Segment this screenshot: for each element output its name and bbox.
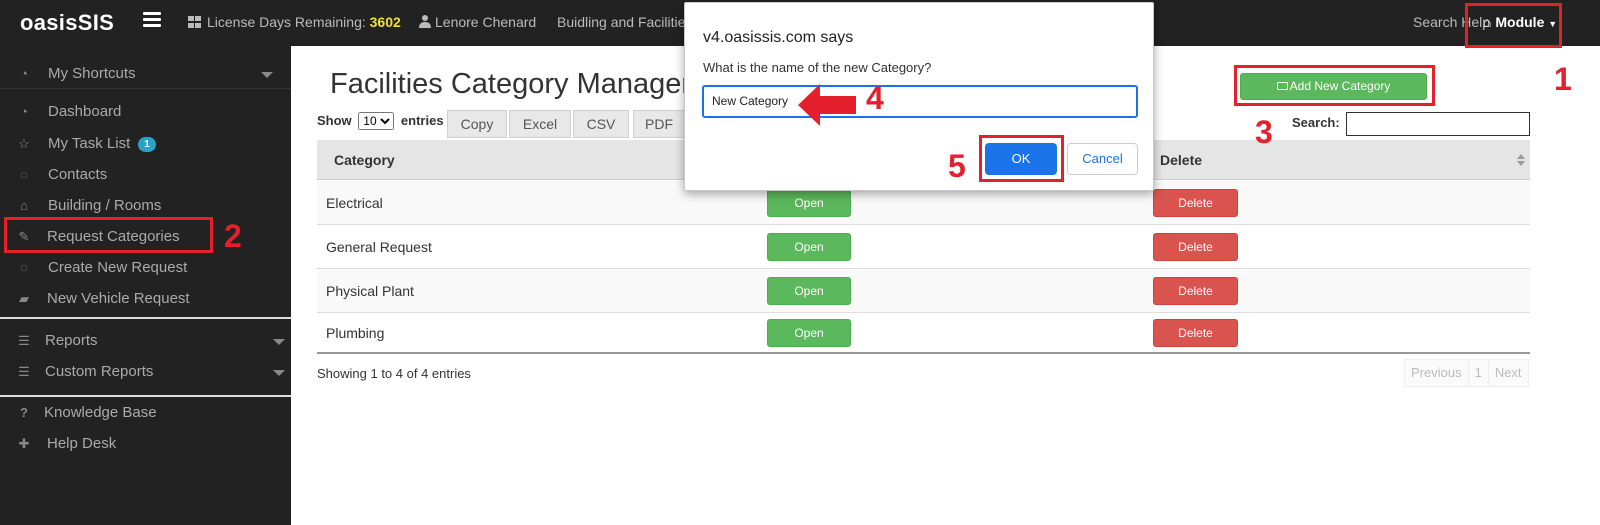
page-length-select[interactable]: 10 [358, 112, 395, 130]
sidebar-item-custom-reports[interactable]: ☰ Custom Reports [0, 357, 291, 387]
caret-down-icon [273, 339, 285, 345]
user-menu[interactable]: Lenore Chenard [419, 0, 536, 44]
caret-down-icon [273, 370, 285, 376]
star-icon: ☆ [18, 136, 30, 151]
annotation-number-1: 1 [1554, 61, 1572, 97]
annotation-number-4: 4 [866, 80, 884, 116]
caret-down-icon [261, 72, 273, 78]
entries-label: entries [400, 113, 444, 128]
sidebar-item-label: New Vehicle Request [47, 290, 190, 307]
list-icon: ☰ [18, 364, 30, 379]
table-row: Physical Plant Open Delete [317, 269, 1530, 313]
sidebar-item-label: Reports [45, 332, 98, 349]
comments-icon: ◌ [20, 167, 28, 182]
page-1-button[interactable]: 1 [1469, 360, 1489, 386]
sidebar-item-my-task-list[interactable]: ☆ My Task List 1 [0, 129, 291, 159]
show-label: Show [317, 113, 352, 128]
category-name-input[interactable]: New Category [702, 85, 1138, 118]
table-row: Plumbing Open Delete [317, 313, 1530, 353]
user-name: Lenore Chenard [435, 14, 537, 30]
pdf-button[interactable]: PDF [633, 110, 685, 138]
dashboard-icon: ◔ [20, 66, 28, 81]
delete-button[interactable]: Delete [1153, 277, 1238, 305]
question-icon: ? [20, 405, 28, 420]
table-info: Showing 1 to 4 of 4 entries [317, 366, 471, 381]
dialog-message: What is the name of the new Category? [703, 60, 932, 75]
page-title: Facilities Category Manager [330, 68, 692, 100]
annotation-number-3: 3 [1255, 114, 1273, 150]
red-arrow-icon [798, 84, 856, 126]
delete-button[interactable]: Delete [1153, 189, 1238, 217]
search-label: Search: [1292, 115, 1340, 130]
divider [0, 395, 291, 397]
hamburger-menu-icon[interactable] [143, 12, 161, 28]
sidebar-item-contacts[interactable]: ◌ Contacts [0, 160, 291, 190]
sidebar-item-help-desk[interactable]: ✚ Help Desk [0, 429, 291, 459]
dashboard-icon: ◔ [20, 104, 28, 119]
sidebar-item-dashboard[interactable]: ◔ Dashboard [0, 97, 291, 127]
sidebar-item-new-vehicle-request[interactable]: ▰ New Vehicle Request [0, 284, 291, 314]
prompt-dialog: v4.oasissis.com says What is the name of… [684, 2, 1154, 191]
sidebar: ◔ My Shortcuts ◔ Dashboard ☆ My Task Lis… [0, 46, 291, 525]
sidebar-item-my-shortcuts[interactable]: ◔ My Shortcuts [0, 59, 291, 89]
next-page-button[interactable]: Next [1489, 360, 1528, 386]
sidebar-item-label: Contacts [48, 166, 108, 183]
car-icon: ▰ [19, 291, 29, 306]
user-icon [419, 15, 431, 28]
sidebar-item-label: Custom Reports [45, 363, 154, 380]
license-label: License Days Remaining: [207, 14, 366, 30]
table-bottom-border [317, 352, 1530, 354]
pagination: Previous 1 Next [1404, 359, 1529, 387]
grid-icon [188, 16, 201, 28]
sidebar-item-label: My Shortcuts [48, 65, 136, 82]
dialog-title: v4.oasissis.com says [703, 29, 854, 46]
sidebar-item-knowledge-base[interactable]: ? Knowledge Base [0, 398, 291, 428]
open-button[interactable]: Open [767, 277, 851, 305]
highlight-box-ok [979, 135, 1064, 182]
task-count-badge: 1 [138, 137, 156, 152]
copy-button[interactable]: Copy [447, 110, 507, 138]
sidebar-item-label: Create New Request [48, 259, 188, 276]
list-icon: ☰ [18, 333, 30, 348]
delete-button[interactable]: Delete [1153, 233, 1238, 261]
sidebar-item-label: Help Desk [47, 435, 117, 452]
column-header-delete[interactable]: Delete [1160, 140, 1202, 180]
sidebar-item-reports[interactable]: ☰ Reports [0, 326, 291, 356]
annotation-number-5: 5 [948, 148, 966, 184]
divider [0, 88, 291, 89]
home-icon: ⌂ [20, 198, 28, 213]
category-cell: Physical Plant [326, 283, 414, 299]
show-entries-control: Show 10 entries [317, 112, 444, 130]
previous-page-button[interactable]: Previous [1405, 360, 1469, 386]
highlight-box-request-categories [4, 217, 213, 253]
highlight-box-module [1465, 3, 1562, 48]
cancel-button[interactable]: Cancel [1067, 143, 1138, 175]
brand-logo[interactable]: oasisSIS [0, 0, 130, 46]
category-cell: Plumbing [326, 325, 385, 341]
sidebar-item-label: My Task List 1 [48, 129, 156, 159]
divider [0, 317, 291, 319]
excel-button[interactable]: Excel [509, 110, 571, 138]
category-cell: General Request [326, 239, 432, 255]
sort-icon[interactable] [1517, 154, 1525, 166]
open-button[interactable]: Open [767, 319, 851, 347]
table-row: General Request Open Delete [317, 225, 1530, 269]
license-days-value: 3602 [369, 14, 401, 30]
breadcrumb[interactable]: Buidling and Facilities [557, 0, 692, 44]
annotation-number-2: 2 [224, 218, 242, 254]
highlight-box-add-category [1234, 65, 1435, 106]
search-input[interactable] [1346, 112, 1530, 136]
comments-icon: ◌ [20, 260, 28, 275]
delete-button[interactable]: Delete [1153, 319, 1238, 347]
license-days-indicator: License Days Remaining: 3602 [188, 0, 401, 44]
sidebar-item-create-new-request[interactable]: ◌ Create New Request [0, 253, 291, 283]
medkit-icon: ✚ [18, 436, 30, 451]
sidebar-item-label: Dashboard [48, 103, 122, 120]
open-button[interactable]: Open [767, 233, 851, 261]
column-header-category[interactable]: Category [334, 140, 395, 180]
category-cell: Electrical [326, 195, 383, 211]
sidebar-item-label: Knowledge Base [44, 404, 157, 421]
open-button[interactable]: Open [767, 189, 851, 217]
csv-button[interactable]: CSV [573, 110, 629, 138]
